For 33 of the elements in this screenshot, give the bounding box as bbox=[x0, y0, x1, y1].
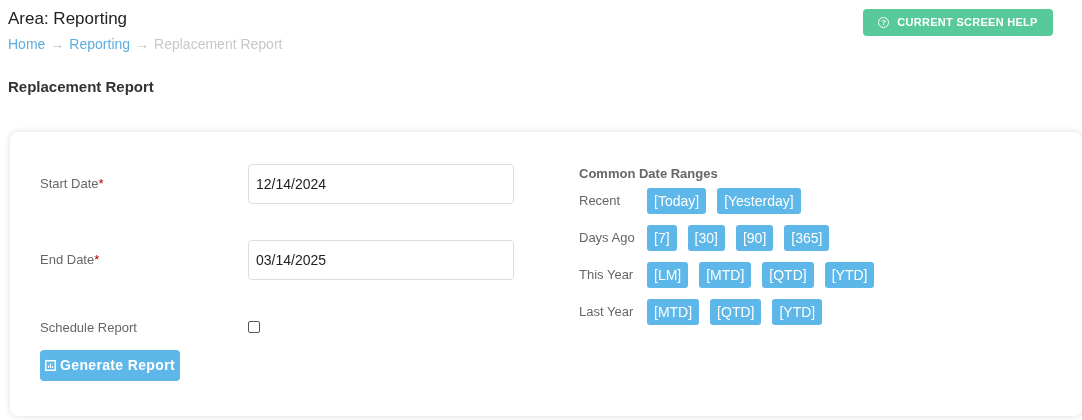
breadcrumb-separator: → bbox=[135, 35, 150, 54]
group-label: Recent bbox=[579, 192, 622, 211]
date-range-button[interactable]: [365] bbox=[784, 225, 830, 251]
date-range-button[interactable]: [YTD] bbox=[824, 262, 875, 288]
date-range-button[interactable]: [LM] bbox=[647, 262, 689, 288]
date-range-button[interactable]: [Today] bbox=[647, 188, 707, 214]
date-range-button[interactable]: [QTD] bbox=[710, 299, 762, 325]
date-range-button[interactable]: [7] bbox=[647, 225, 677, 251]
field-label: Schedule Report bbox=[40, 318, 138, 337]
breadcrumb-link[interactable]: Reporting bbox=[69, 34, 131, 54]
help-button[interactable]: ? CURRENT SCREEN HELP bbox=[863, 9, 1053, 36]
generate-report-button[interactable]: Generate Report bbox=[40, 350, 180, 381]
area-title: Area: Reporting bbox=[8, 8, 129, 30]
group-label: Last Year bbox=[579, 303, 635, 322]
breadcrumb-link[interactable]: Home bbox=[8, 34, 46, 54]
breadcrumb-separator: → bbox=[50, 35, 65, 54]
section-title: Common Date Ranges bbox=[579, 164, 719, 183]
date-range-button[interactable]: [90] bbox=[735, 225, 774, 251]
date-range-button[interactable]: [Yesterday] bbox=[717, 188, 801, 214]
field-label: End Date* bbox=[40, 250, 101, 269]
date-field[interactable]: 12/14/2024 bbox=[248, 163, 514, 204]
date-range-button[interactable]: [YTD] bbox=[772, 299, 823, 325]
field-label: Start Date* bbox=[40, 174, 105, 193]
date-range-button[interactable]: [QTD] bbox=[762, 262, 814, 288]
date-range-button[interactable]: [MTD] bbox=[647, 299, 700, 325]
group-label: This Year bbox=[579, 266, 635, 285]
group-label: Days Ago bbox=[579, 229, 636, 248]
checkbox[interactable] bbox=[248, 321, 260, 334]
date-range-button[interactable]: [MTD] bbox=[699, 262, 752, 288]
date-range-button[interactable]: [30] bbox=[687, 225, 725, 251]
date-field[interactable]: 03/14/2025 bbox=[248, 239, 514, 280]
chart-icon bbox=[45, 360, 56, 371]
page-title: Replacement Report bbox=[7, 77, 155, 97]
